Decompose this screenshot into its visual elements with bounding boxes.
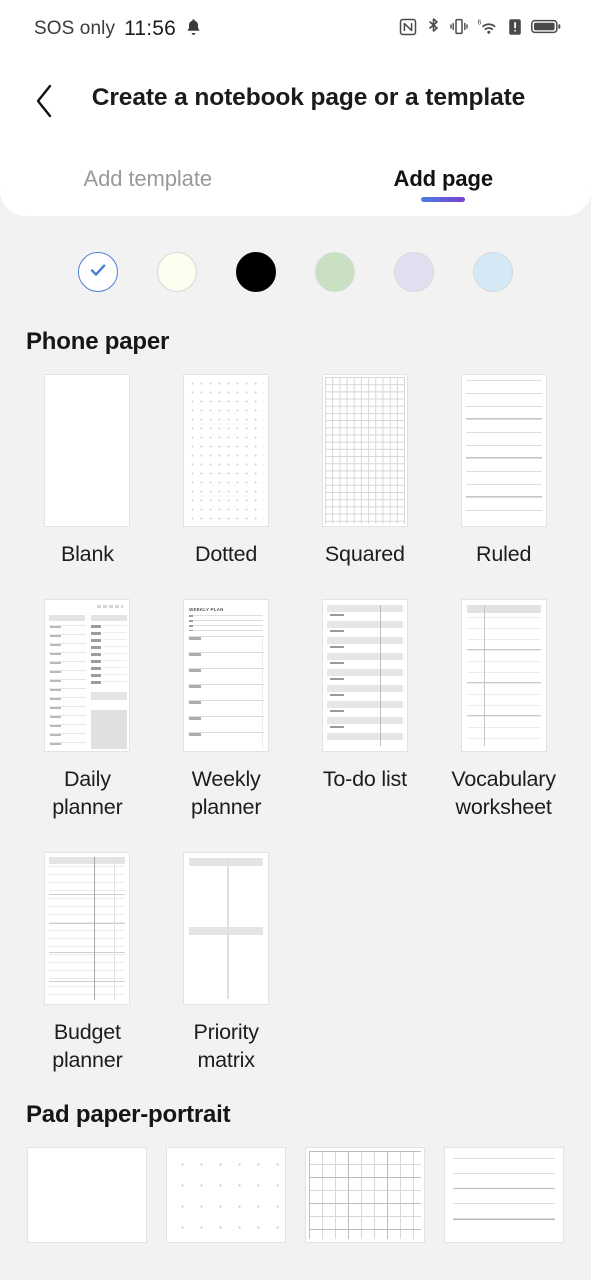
vibrate-icon [450, 17, 468, 41]
tab-add-page-label: Add page [393, 166, 494, 191]
template-label-budget-planner: Budget planner [52, 1019, 123, 1072]
template-thumb-priority-matrix[interactable] [183, 851, 270, 1005]
status-bar-right: 6 [399, 17, 561, 41]
template-thumb-todo-list[interactable] [321, 598, 408, 752]
template-thumb-budget-planner[interactable] [44, 851, 131, 1005]
header-top-row: Create a notebook page or a template [0, 74, 591, 152]
swatch-white[interactable] [78, 252, 118, 292]
template-label-daily-planner: Daily planner [52, 766, 123, 819]
back-button[interactable] [22, 74, 68, 132]
template-label-vocabulary-worksheet: Vocabulary worksheet [451, 766, 556, 819]
tab-add-template[interactable]: Add template [0, 166, 296, 206]
pad-dotted-pattern [173, 1153, 280, 1236]
pad-ruled-pattern [452, 1157, 555, 1232]
template-card-squared[interactable]: Squared [304, 374, 427, 569]
clock-label: 11:56 [124, 17, 177, 40]
template-card-blank[interactable]: Blank [26, 374, 149, 569]
template-thumb-blank[interactable] [44, 374, 131, 527]
chevron-left-icon [35, 84, 55, 123]
template-thumb-vocabulary-worksheet[interactable] [460, 598, 547, 752]
battery-icon [531, 18, 561, 40]
status-bar: SOS only 11:56 6 [0, 0, 591, 58]
color-swatch-row [26, 216, 565, 302]
swatch-black[interactable] [236, 252, 276, 292]
pad-squared-pattern [308, 1150, 421, 1239]
squared-pattern [324, 377, 405, 524]
page-title: Create a notebook page or a template [91, 84, 526, 111]
template-card-todo-list[interactable]: To-do list [304, 598, 427, 822]
tab-bar: Add template Add page [0, 166, 591, 216]
swatch-light-blue[interactable] [473, 252, 513, 292]
template-label-priority-matrix: Priority matrix [193, 1019, 259, 1072]
template-label-squared: Squared [324, 542, 405, 566]
nfc-icon [399, 18, 417, 41]
template-label-weekly-planner: Weekly planner [190, 766, 262, 819]
phone-paper-grid-row-2: Daily planner WEEKLY PLAN Weekly planner… [26, 598, 565, 822]
swatch-ivory[interactable] [157, 252, 197, 292]
pad-card-ruled[interactable] [442, 1146, 565, 1243]
svg-text:6: 6 [478, 20, 482, 27]
template-card-priority-matrix[interactable]: Priority matrix [165, 851, 288, 1075]
section-title-pad-paper-portrait: Pad paper-portrait [26, 1100, 231, 1128]
phone-paper-grid-row-3: Budget planner Priority matrix [26, 851, 565, 1075]
template-thumb-squared[interactable] [321, 374, 408, 527]
template-card-dotted[interactable]: Dotted [165, 374, 288, 569]
bell-icon [185, 18, 202, 41]
app-header: Create a notebook page or a template Add… [0, 58, 591, 216]
tab-add-template-label: Add template [83, 166, 213, 191]
template-thumb-ruled[interactable] [460, 374, 547, 527]
pad-card-dotted[interactable] [165, 1146, 288, 1243]
swatch-sage-green[interactable] [315, 252, 355, 292]
template-label-ruled: Ruled [476, 542, 532, 566]
check-icon [88, 260, 108, 285]
template-card-ruled[interactable]: Ruled [442, 374, 565, 569]
pad-thumb-squared[interactable] [304, 1146, 425, 1243]
page-content: Phone paper Blank Dotted Squared Ruled D… [0, 216, 591, 1243]
weekly-plan-thumb-title: WEEKLY PLAN [189, 606, 224, 612]
active-tab-indicator [421, 197, 466, 202]
template-label-dotted: Dotted [195, 542, 258, 566]
wifi6-icon: 6 [477, 17, 499, 41]
section-title-phone-paper: Phone paper [26, 328, 170, 355]
dotted-pattern [188, 379, 265, 522]
template-thumb-weekly-planner[interactable]: WEEKLY PLAN [183, 598, 270, 752]
template-card-vocabulary-worksheet[interactable]: Vocabulary worksheet [442, 598, 565, 822]
template-card-weekly-planner[interactable]: WEEKLY PLAN Weekly planner [165, 598, 288, 822]
pad-thumb-ruled[interactable] [443, 1146, 564, 1243]
swatch-lavender[interactable] [394, 252, 434, 292]
pad-card-blank[interactable] [26, 1146, 149, 1243]
pad-thumb-blank[interactable] [27, 1146, 148, 1243]
pad-paper-grid-row-1 [26, 1146, 565, 1243]
ruled-pattern [465, 380, 542, 521]
phone-paper-grid-row-1: Blank Dotted Squared Ruled [26, 374, 565, 569]
template-label-todo-list: To-do list [322, 766, 407, 791]
bluetooth-icon [426, 17, 441, 41]
carrier-label: SOS only [34, 18, 116, 39]
pad-card-squared[interactable] [304, 1146, 427, 1243]
status-bar-left: SOS only 11:56 [34, 17, 202, 41]
tab-add-page[interactable]: Add page [296, 166, 591, 206]
template-thumb-daily-planner[interactable] [44, 598, 131, 752]
template-card-budget-planner[interactable]: Budget planner [26, 851, 149, 1075]
pad-thumb-dotted[interactable] [166, 1146, 287, 1243]
sim-alert-icon [508, 18, 522, 41]
template-card-daily-planner[interactable]: Daily planner [26, 598, 149, 822]
template-thumb-dotted[interactable] [183, 374, 270, 527]
template-label-blank: Blank [60, 542, 114, 566]
